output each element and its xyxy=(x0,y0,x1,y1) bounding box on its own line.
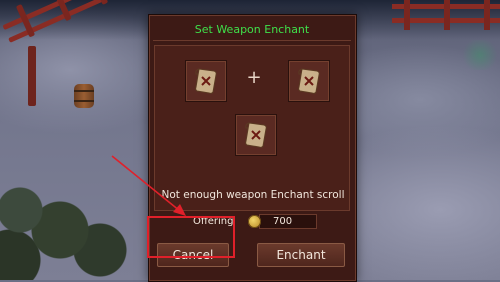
scroll-icon xyxy=(245,122,267,148)
red-wooden-fence-right xyxy=(392,0,500,40)
enchant-slots-panel: + Not enough weapon Enchant scroll xyxy=(154,45,350,211)
cancel-button[interactable]: Cancel xyxy=(157,243,229,267)
ambient-light xyxy=(460,40,500,70)
fence-post xyxy=(404,0,410,30)
offering-label: Offering xyxy=(193,216,234,227)
scroll-slot-3[interactable] xyxy=(235,114,277,156)
fence-post xyxy=(484,0,490,30)
gold-coin-icon xyxy=(248,215,261,228)
offering-row: Offering 700 xyxy=(154,211,350,233)
fence-post xyxy=(444,0,450,30)
dialog-title: Set Weapon Enchant xyxy=(153,19,351,41)
scroll-slot-1[interactable] xyxy=(185,60,227,102)
offering-value: 700 xyxy=(273,216,293,227)
status-message: Not enough weapon Enchant scroll xyxy=(161,189,345,201)
scroll-icon xyxy=(298,68,320,94)
scroll-slot-2[interactable] xyxy=(288,60,330,102)
plus-icon: + xyxy=(246,67,262,88)
enchant-button[interactable]: Enchant xyxy=(257,243,345,267)
offering-value-box: 700 xyxy=(259,214,317,229)
scroll-icon xyxy=(195,68,217,94)
barrel xyxy=(74,84,94,108)
set-weapon-enchant-dialog: Set Weapon Enchant + Not enough weapon E… xyxy=(148,14,357,282)
